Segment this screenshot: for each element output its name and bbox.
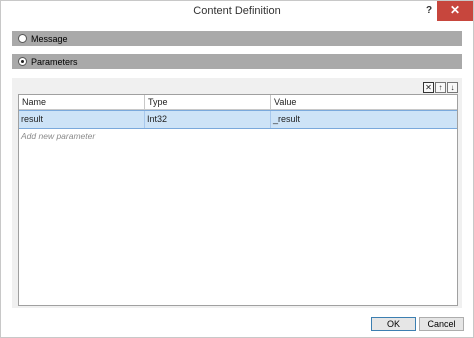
table-row[interactable]: result Int32 _result bbox=[19, 110, 457, 129]
move-down-button[interactable]: ↓ bbox=[447, 82, 458, 93]
grid-toolbar: ✕ ↑ ↓ bbox=[423, 82, 458, 93]
column-header-name[interactable]: Name bbox=[19, 95, 145, 110]
message-label: Message bbox=[31, 33, 68, 44]
dialog-title: Content Definition bbox=[193, 5, 281, 17]
move-up-button[interactable]: ↑ bbox=[435, 82, 446, 93]
message-radio[interactable] bbox=[18, 34, 27, 43]
parameters-label: Parameters bbox=[31, 56, 78, 67]
title-bar: Content Definition ? ✕ bbox=[1, 1, 473, 23]
delete-row-button[interactable]: ✕ bbox=[423, 82, 434, 93]
cell-name[interactable]: result bbox=[19, 111, 145, 128]
message-section-bar[interactable]: Message bbox=[12, 31, 462, 46]
close-button[interactable]: ✕ bbox=[437, 1, 473, 21]
cell-type[interactable]: Int32 bbox=[145, 111, 271, 128]
parameters-section-bar[interactable]: Parameters bbox=[12, 54, 462, 69]
column-header-value[interactable]: Value bbox=[271, 95, 457, 110]
grid-header: Name Type Value bbox=[19, 95, 457, 110]
ok-button[interactable]: OK bbox=[371, 317, 416, 331]
add-parameter-row[interactable]: Add new parameter bbox=[21, 131, 95, 141]
parameters-panel: ✕ ↑ ↓ Name Type Value result Int32 _resu… bbox=[12, 78, 462, 308]
parameters-radio[interactable] bbox=[18, 57, 27, 66]
cell-value[interactable]: _result bbox=[271, 111, 457, 128]
column-header-type[interactable]: Type bbox=[145, 95, 271, 110]
help-button[interactable]: ? bbox=[423, 3, 435, 19]
content-definition-dialog: Content Definition ? ✕ Message Parameter… bbox=[0, 0, 474, 338]
dialog-content: Message Parameters ✕ ↑ ↓ Name Type Value… bbox=[1, 23, 473, 337]
cancel-button[interactable]: Cancel bbox=[419, 317, 464, 331]
parameters-grid: Name Type Value result Int32 _result Add… bbox=[18, 94, 458, 306]
